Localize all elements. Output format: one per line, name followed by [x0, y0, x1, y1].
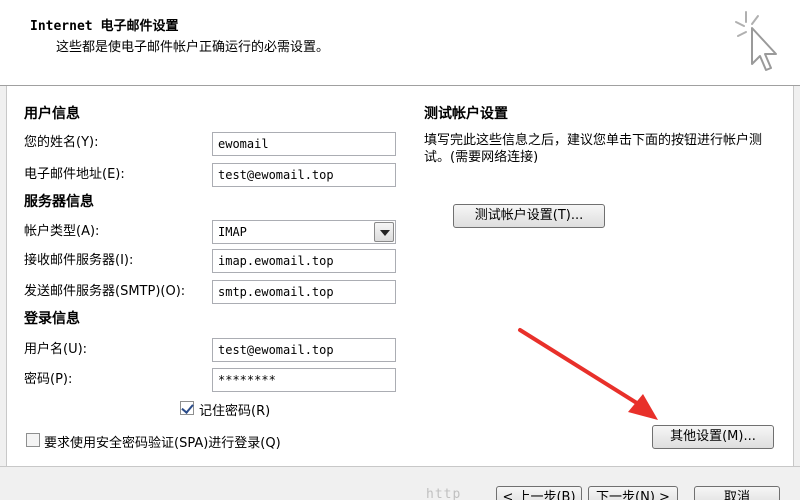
test-account-settings-button[interactable]: 测试帐户设置(T)...: [453, 204, 605, 228]
outgoing-server-label: 发送邮件服务器(SMTP)(O):: [24, 284, 186, 299]
account-type-label: 帐户类型(A):: [24, 224, 100, 239]
test-settings-description: 填写完此这些信息之后，建议您单击下面的按钮进行帐户测试。(需要网络连接): [424, 133, 763, 165]
password-label: 密码(P):: [24, 372, 73, 387]
remember-password-checkbox[interactable]: [180, 401, 194, 415]
outgoing-server-input[interactable]: smtp.ewomail.top: [212, 280, 396, 304]
dialog-footer: [0, 466, 800, 500]
spa-checkbox[interactable]: [26, 433, 40, 447]
cancel-button[interactable]: 取消: [694, 486, 780, 500]
account-type-select[interactable]: IMAP: [212, 220, 396, 244]
server-info-heading: 服务器信息: [24, 194, 94, 210]
name-input[interactable]: ewomail: [212, 132, 396, 156]
remember-password-label[interactable]: 记住密码(R): [199, 400, 270, 419]
back-button[interactable]: < 上一步(B): [496, 486, 582, 500]
account-type-value: IMAP: [218, 225, 247, 239]
user-info-heading: 用户信息: [24, 106, 80, 122]
login-info-heading: 登录信息: [24, 311, 80, 327]
name-label: 您的姓名(Y):: [24, 135, 99, 150]
header-subtitle: 这些都是使电子邮件帐户正确运行的必需设置。: [56, 40, 330, 55]
chevron-down-icon[interactable]: [374, 222, 394, 242]
username-input[interactable]: test@ewomail.top: [212, 338, 396, 362]
incoming-server-label: 接收邮件服务器(I):: [24, 253, 134, 268]
incoming-server-input[interactable]: imap.ewomail.top: [212, 249, 396, 273]
cursor-sparkle-icon: [735, 11, 777, 71]
username-label: 用户名(U):: [24, 342, 88, 357]
dialog-header: Internet 电子邮件设置 这些都是使电子邮件帐户正确运行的必需设置。: [0, 0, 800, 86]
spa-label[interactable]: 要求使用安全密码验证(SPA)进行登录(Q): [44, 432, 281, 451]
email-label: 电子邮件地址(E):: [24, 167, 125, 182]
password-input[interactable]: ********: [212, 368, 396, 392]
next-button[interactable]: 下一步(N) >: [588, 486, 678, 500]
email-input[interactable]: test@ewomail.top: [212, 163, 396, 187]
header-title: Internet 电子邮件设置: [30, 19, 179, 34]
watermark: http: [426, 487, 462, 500]
more-settings-button[interactable]: 其他设置(M)...: [652, 425, 774, 449]
test-settings-heading: 测试帐户设置: [424, 106, 508, 122]
